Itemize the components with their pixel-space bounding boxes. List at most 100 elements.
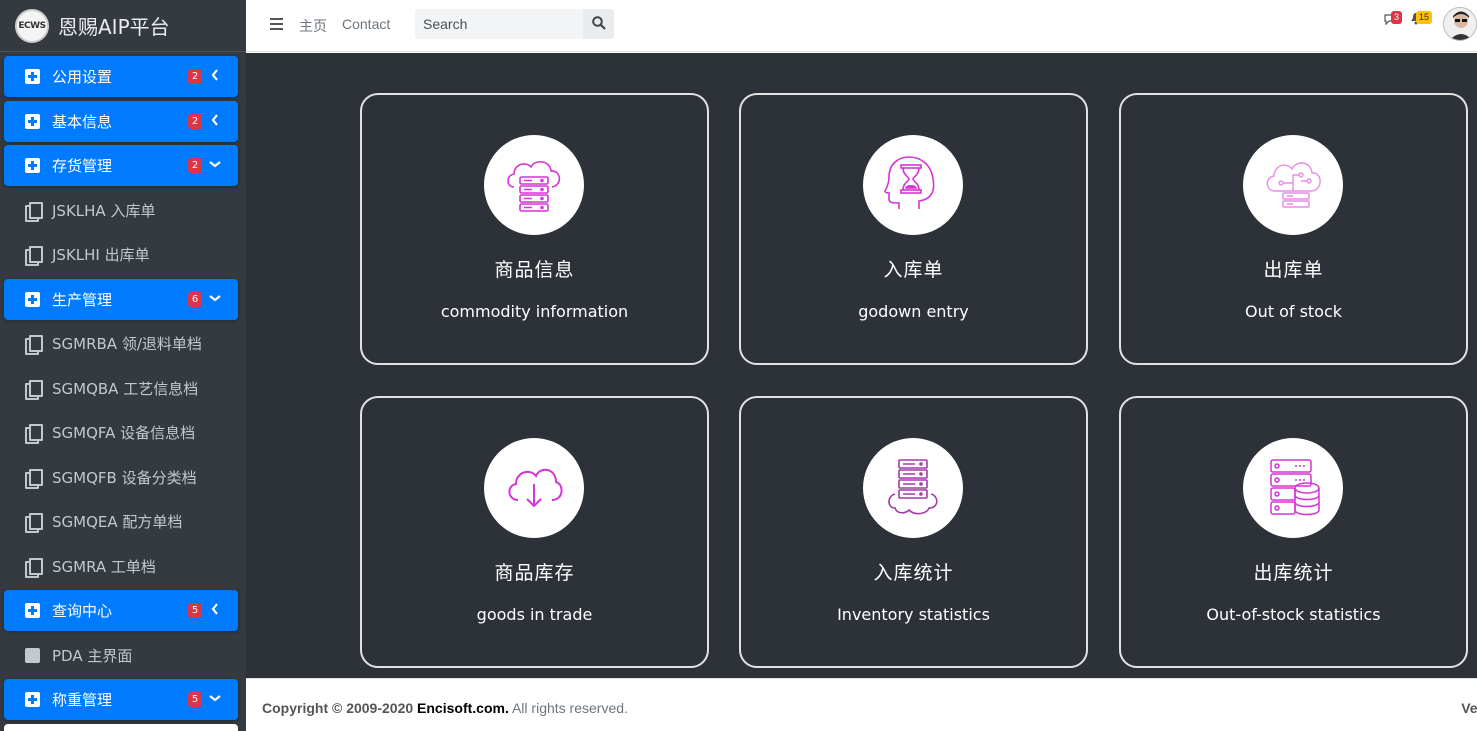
card-title: 入库单 — [883, 259, 944, 281]
sidebar-item-label: SGMRBA 领/退料单档 — [52, 335, 202, 353]
sidebar-item-query-center[interactable]: 查询中心 5 — [4, 590, 238, 631]
search-icon — [591, 15, 606, 33]
copy-icon — [24, 468, 43, 489]
head-hourglass-icon — [881, 151, 945, 220]
sidebar-item-label: SGMQBA 工艺信息档 — [52, 379, 199, 398]
sidebar-item-label: JSKLHI 出库单 — [52, 246, 150, 264]
copyright-text: Copyright © 2009-2020 Encisoft.com. All … — [262, 700, 628, 716]
dashboard-main: 商品信息 commodity information 入库单 godown en… — [246, 53, 1477, 678]
cloud-network-icon — [1261, 151, 1325, 220]
cloud-download-icon — [502, 454, 566, 523]
menu-toggle-icon[interactable] — [270, 18, 283, 30]
chevron-left-icon — [208, 67, 222, 83]
card-out-of-stock[interactable]: 出库单 Out of stock — [1119, 93, 1468, 365]
card-goods-in-trade[interactable]: 商品库存 goods in trade — [360, 396, 709, 668]
copy-icon — [24, 424, 43, 444]
copy-icon — [24, 246, 43, 266]
sidebar-item-label: 生产管理 — [52, 290, 113, 309]
copy-icon — [24, 557, 43, 578]
chevron-down-icon — [208, 156, 222, 172]
card-icon-circle — [484, 135, 584, 235]
company-link[interactable]: Encisoft.com. — [417, 700, 509, 716]
sidebar-item-inventory[interactable]: 存货管理 2 — [4, 145, 238, 186]
home-link[interactable]: 主页 — [299, 16, 327, 36]
copy-icon — [24, 201, 43, 222]
sidebar-item-label: JSKLHA 入库单 — [52, 201, 156, 220]
sidebar-item-sgmqea[interactable]: SGMQEA 配方单档 — [4, 501, 238, 542]
card-icon-circle — [1243, 135, 1343, 235]
chevron-down-icon — [208, 290, 222, 306]
copy-icon — [24, 379, 43, 400]
card-icon-circle — [484, 438, 584, 538]
sidebar-item-sgmqfa[interactable]: SGMQFA 设备信息档 — [4, 412, 238, 453]
version-label: Ver — [1461, 700, 1477, 716]
card-godown-entry[interactable]: 入库单 godown entry — [739, 93, 1088, 365]
sidebar-item-jsklha[interactable]: JSKLHA 入库单 — [4, 190, 238, 231]
count-badge: 5 — [188, 692, 202, 707]
sidebar-item-label: SGMQEA 配方单档 — [52, 513, 183, 531]
sidebar: ECWS 恩赐AIP平台 公用设置 2 基本信息 2 存货管理 2 JSKLHA… — [0, 0, 246, 731]
card-title: 商品信息 — [494, 259, 575, 281]
sidebar-item-public-settings[interactable]: 公用设置 2 — [4, 56, 238, 97]
messages-dropdown[interactable]: 3 — [1384, 11, 1403, 30]
search-button[interactable] — [583, 9, 614, 39]
sidebar-item-weighing[interactable]: 称重管理 5 — [4, 679, 238, 720]
server-cloud-icon — [881, 454, 945, 523]
card-inventory-statistics[interactable]: 入库统计 Inventory statistics — [739, 396, 1088, 668]
sidebar-item-basic-info[interactable]: 基本信息 2 — [4, 100, 238, 142]
sidebar-item-label: 基本信息 — [52, 112, 113, 131]
card-subtitle: goods in trade — [476, 605, 593, 624]
sidebar-item-pda[interactable]: PDA 主界面 — [4, 635, 238, 676]
card-icon-circle — [1243, 438, 1343, 538]
notifications-dropdown[interactable]: 15 — [1410, 11, 1433, 30]
sidebar-item-production[interactable]: 生产管理 6 — [4, 278, 238, 320]
card-out-of-stock-statistics[interactable]: 出库统计 Out-of-stock statistics — [1119, 396, 1468, 668]
sidebar-item-label: 查询中心 — [52, 602, 113, 620]
copy-icon — [24, 513, 43, 533]
contact-link[interactable]: Contact — [342, 16, 390, 32]
card-subtitle: commodity information — [440, 302, 629, 321]
card-title: 出库单 — [1263, 259, 1324, 281]
card-subtitle: Inventory statistics — [837, 605, 990, 624]
card-commodity-info[interactable]: 商品信息 commodity information — [360, 93, 709, 365]
messages-badge: 3 — [1391, 11, 1403, 24]
rights-text: All rights reserved. — [511, 700, 628, 716]
count-badge: 2 — [188, 158, 202, 173]
sidebar-item-sgmrba[interactable]: SGMRBA 领/退料单档 — [4, 323, 238, 364]
count-badge: 6 — [188, 291, 202, 307]
card-title: 入库统计 — [873, 562, 954, 584]
sidebar-item-sgmqba[interactable]: SGMQBA 工艺信息档 — [4, 368, 238, 409]
notifications-badge: 15 — [1416, 11, 1433, 24]
brand-logo: ECWS — [15, 8, 49, 43]
plus-square-icon — [24, 291, 41, 308]
sidebar-item-label: SGMRA 工单档 — [52, 557, 156, 576]
card-icon-circle — [863, 135, 963, 235]
card-subtitle: Out-of-stock statistics — [1206, 605, 1381, 624]
plus-square-icon — [24, 68, 41, 85]
server-database-icon — [1261, 454, 1325, 523]
card-icon-circle — [863, 438, 963, 538]
sidebar-item-jsklhi[interactable]: JSKLHI 出库单 — [4, 234, 238, 275]
sidebar-item-label: SGMQFB 设备分类档 — [52, 468, 197, 487]
chevron-down-icon — [208, 690, 222, 706]
search-input[interactable] — [415, 9, 583, 39]
chevron-left-icon — [208, 112, 222, 128]
card-title: 出库统计 — [1253, 562, 1334, 584]
plus-square-icon — [24, 113, 41, 130]
sidebar-item-sgmqfb[interactable]: SGMQFB 设备分类档 — [4, 457, 238, 498]
brand[interactable]: ECWS 恩赐AIP平台 — [0, 0, 246, 52]
user-avatar[interactable] — [1443, 7, 1477, 41]
sidebar-item-label: PDA 主界面 — [52, 646, 133, 665]
sidebar-item-label: 公用设置 — [52, 68, 113, 86]
plus-square-icon — [24, 157, 41, 174]
sidebar-nav: 公用设置 2 基本信息 2 存货管理 2 JSKLHA 入库单 JSKLHI 出… — [0, 52, 246, 731]
brand-name: 恩赐AIP平台 — [58, 15, 170, 39]
count-badge: 2 — [188, 113, 202, 129]
sidebar-item-partial[interactable] — [4, 723, 238, 731]
copyright-prefix: Copyright © 2009-2020 — [262, 700, 414, 716]
card-subtitle: Out of stock — [1244, 302, 1343, 321]
square-icon — [24, 647, 41, 664]
plus-square-icon — [24, 602, 41, 619]
plus-square-icon — [24, 691, 41, 708]
sidebar-item-sgmra[interactable]: SGMRA 工单档 — [4, 546, 238, 587]
